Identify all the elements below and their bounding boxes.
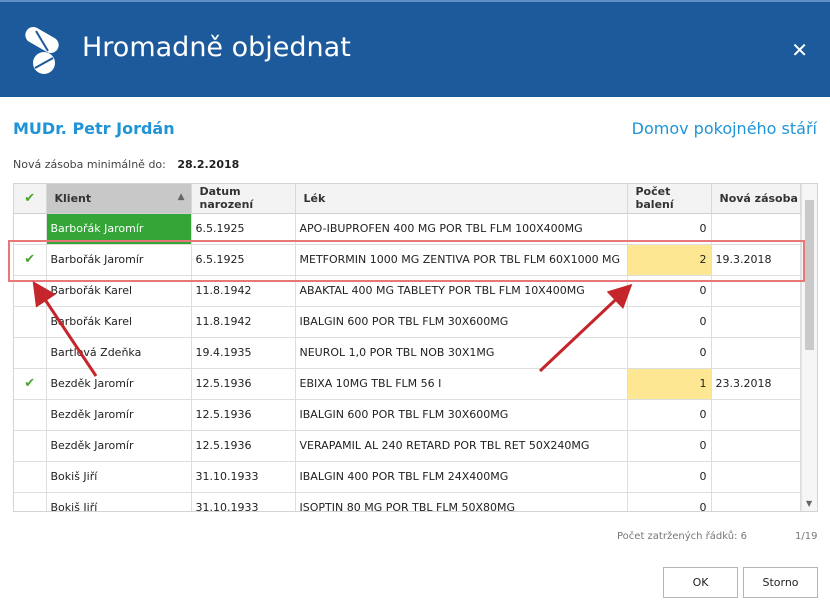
cancel-button[interactable]: Storno <box>743 567 818 598</box>
arrow-to-count <box>538 283 633 373</box>
ok-button[interactable]: OK <box>663 567 738 598</box>
arrow-to-check <box>32 281 98 377</box>
page-indicator: 1/19 <box>795 531 818 542</box>
annotation-arrows <box>32 281 633 377</box>
checked-count: Počet zatržených řádků: 6 <box>617 531 747 542</box>
